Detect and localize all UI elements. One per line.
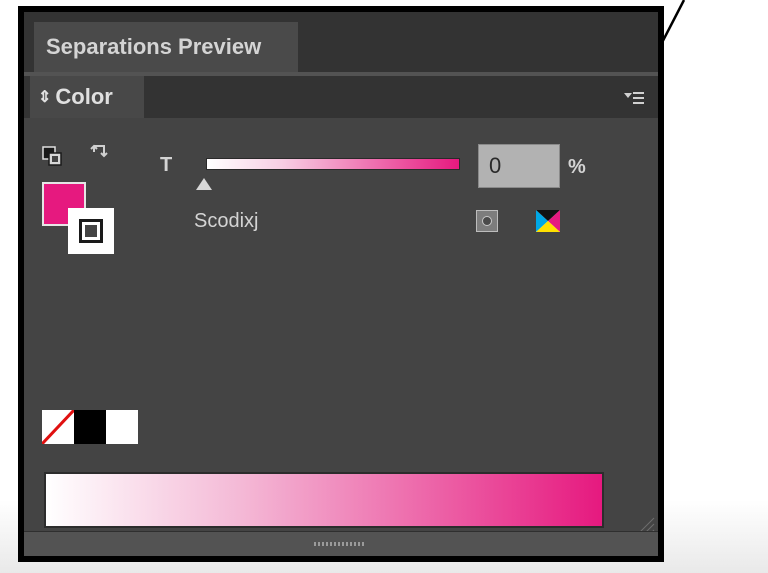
color-panel-body: T 0 % Scodixj <box>24 118 658 556</box>
collapse-chevron-icon[interactable]: ⇕ <box>38 89 51 106</box>
spot-color-icon <box>476 210 498 232</box>
swatch-name: Scodixj <box>194 210 259 232</box>
tint-slider-thumb[interactable] <box>196 178 212 190</box>
panel-menu-icon[interactable] <box>624 90 644 106</box>
stroke-color-swatch[interactable] <box>68 208 114 254</box>
swap-fill-stroke-icon[interactable] <box>90 142 116 166</box>
white-swatch[interactable] <box>106 410 138 444</box>
panel-footer <box>24 531 658 556</box>
none-swatch[interactable] <box>42 410 74 444</box>
tab-color-label: Color <box>55 84 113 109</box>
tab-color[interactable]: ⇕ Color <box>30 76 144 118</box>
page: Separations Preview ⇕ Color T 0 % Scodix… <box>0 0 768 573</box>
tint-value-field[interactable]: 0 <box>478 144 560 188</box>
color-ramp[interactable] <box>44 472 604 528</box>
color-panel: Separations Preview ⇕ Color T 0 % Scodix… <box>24 12 658 556</box>
color-tab-bar: ⇕ Color <box>24 76 658 118</box>
default-fill-stroke-icon[interactable] <box>42 146 62 166</box>
stroke-swatch-inner <box>79 219 103 243</box>
top-tab-bar: Separations Preview <box>24 12 658 72</box>
tint-slider[interactable] <box>206 158 460 170</box>
panel-resize-handle[interactable] <box>314 542 364 546</box>
quick-swatches <box>42 410 138 444</box>
process-cmyk-icon <box>536 210 560 232</box>
tab-separations-preview[interactable]: Separations Preview <box>34 22 298 72</box>
black-swatch[interactable] <box>74 410 106 444</box>
percent-label: % <box>568 156 586 178</box>
tint-label: T <box>160 154 173 176</box>
